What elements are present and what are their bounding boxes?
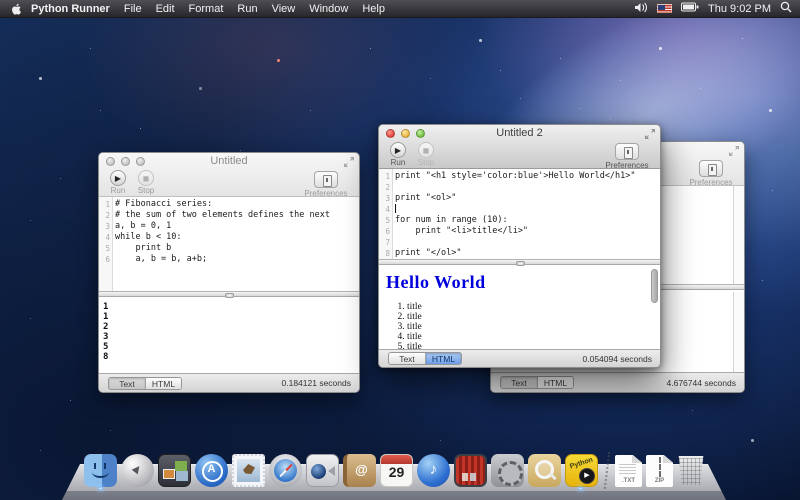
menu-clock[interactable]: Thu 9:02 PM: [708, 3, 771, 15]
output-pane: 1 1 2 3 5 8: [99, 299, 359, 375]
output-mode-segmented-control: Text HTML: [500, 376, 574, 389]
dock-item-ical[interactable]: 29: [380, 454, 413, 487]
menu-edit[interactable]: Edit: [156, 3, 175, 15]
dock: 29 Python .TXT ZIP: [84, 451, 705, 487]
tab-html[interactable]: HTML: [145, 378, 181, 389]
menu-app-name[interactable]: Python Runner: [31, 3, 110, 15]
screen: Python Runner File Edit Format Run View …: [0, 0, 800, 500]
preferences-icon: [615, 143, 639, 160]
dock-item-system-preferences[interactable]: [491, 454, 524, 487]
close-button[interactable]: [386, 129, 395, 138]
dock-item-itunes[interactable]: [417, 454, 450, 487]
apple-menu-icon[interactable]: [10, 2, 23, 16]
menu-bar: Python Runner File Edit Format Run View …: [0, 0, 800, 18]
run-button[interactable]: ▶ Run: [385, 142, 411, 167]
calendar-day: 29: [381, 464, 412, 480]
dock-item-photo-booth[interactable]: [454, 454, 487, 487]
pane-splitter[interactable]: [379, 259, 660, 265]
fullscreen-icon[interactable]: [344, 157, 354, 167]
preferences-button[interactable]: Preferences: [600, 143, 654, 170]
tab-text[interactable]: Text: [501, 377, 537, 388]
calendar-header: [381, 455, 412, 464]
tab-text[interactable]: Text: [389, 353, 425, 364]
dock-item-python-runner[interactable]: Python: [565, 454, 598, 487]
dock-item-app-store[interactable]: [195, 454, 228, 487]
window-untitled[interactable]: Untitled ▶ Run ◼ Stop Preferences: [98, 152, 360, 393]
play-icon: ▶: [110, 170, 126, 186]
dock-item-finder[interactable]: [84, 454, 117, 487]
list-item: title: [407, 312, 660, 322]
stop-button[interactable]: ◼ Stop: [413, 142, 439, 167]
close-button[interactable]: [106, 157, 115, 166]
dock-item-mail[interactable]: [232, 454, 265, 487]
menu-format[interactable]: Format: [189, 3, 224, 15]
stop-button[interactable]: ◼ Stop: [133, 170, 159, 195]
dock-item-trash[interactable]: [677, 456, 705, 487]
input-language-flag-icon[interactable]: [657, 4, 672, 13]
running-indicator-finder: [98, 487, 103, 490]
run-time: 0.054094 seconds: [583, 354, 652, 364]
run-button[interactable]: ▶ Run: [105, 170, 131, 195]
menu-view[interactable]: View: [272, 3, 296, 15]
dock-item-address-book[interactable]: [343, 454, 376, 487]
run-time: 0.184121 seconds: [282, 378, 351, 388]
dock-divider: [602, 454, 611, 487]
pane-splitter[interactable]: [99, 291, 359, 297]
minimize-button[interactable]: [401, 129, 410, 138]
fullscreen-icon[interactable]: [729, 146, 739, 156]
volume-icon[interactable]: [635, 2, 648, 16]
list-item: title: [407, 332, 660, 342]
tab-html[interactable]: HTML: [425, 353, 461, 364]
running-indicator-python-runner: [578, 487, 583, 490]
scrollbar-track[interactable]: [733, 292, 744, 374]
dock-item-mission-control[interactable]: [158, 454, 191, 487]
list-item: title: [407, 302, 660, 312]
tab-html[interactable]: HTML: [537, 377, 573, 388]
dock-item-facetime[interactable]: [306, 454, 339, 487]
scrollbar-track[interactable]: [733, 186, 744, 284]
preferences-button[interactable]: Preferences: [299, 171, 353, 198]
output-pane: Hello World title title title title titl…: [379, 267, 660, 351]
dock-item-txt-document[interactable]: .TXT: [615, 455, 642, 487]
menu-help[interactable]: Help: [362, 3, 385, 15]
run-time: 4.676744 seconds: [667, 378, 736, 388]
code-editor[interactable]: 1# Fibonacci series: 2# the sum of two e…: [99, 197, 359, 291]
output-mode-segmented-control: Text HTML: [388, 352, 462, 365]
dock-item-preview[interactable]: [528, 454, 561, 487]
code-editor[interactable]: 1print "<h1 style='color:blue'>Hello Wor…: [379, 169, 660, 259]
fullscreen-icon[interactable]: [645, 129, 655, 139]
battery-icon[interactable]: [681, 2, 699, 15]
menu-run[interactable]: Run: [237, 3, 257, 15]
menu-window[interactable]: Window: [309, 3, 348, 15]
preferences-icon: [699, 160, 723, 177]
dock-item-safari[interactable]: [269, 454, 302, 487]
stop-icon: ◼: [418, 142, 434, 158]
text-cursor: [395, 204, 396, 213]
dock-item-zip-document[interactable]: ZIP: [646, 455, 673, 487]
stars: [0, 18, 1, 19]
zoom-button[interactable]: [136, 157, 145, 166]
window-untitled-2[interactable]: Untitled 2 ▶ Run ◼ Stop Preferences: [378, 124, 661, 368]
zoom-button[interactable]: [416, 129, 425, 138]
scrollbar-thumb[interactable]: [651, 269, 658, 303]
preferences-button[interactable]: Preferences: [684, 160, 738, 187]
output-mode-segmented-control: Text HTML: [108, 377, 182, 390]
text-output: 1 1 2 3 5 8: [99, 299, 359, 362]
html-output-list: title title title title title title: [379, 302, 660, 351]
list-item: title: [407, 322, 660, 332]
menu-file[interactable]: File: [124, 3, 142, 15]
minimize-button[interactable]: [121, 157, 130, 166]
preferences-icon: [314, 171, 338, 188]
spotlight-icon[interactable]: [780, 1, 792, 16]
stop-icon: ◼: [138, 170, 154, 186]
dock-item-launchpad[interactable]: [121, 454, 154, 487]
html-output-heading: Hello World: [386, 272, 660, 293]
tab-text[interactable]: Text: [109, 378, 145, 389]
play-icon: ▶: [390, 142, 406, 158]
